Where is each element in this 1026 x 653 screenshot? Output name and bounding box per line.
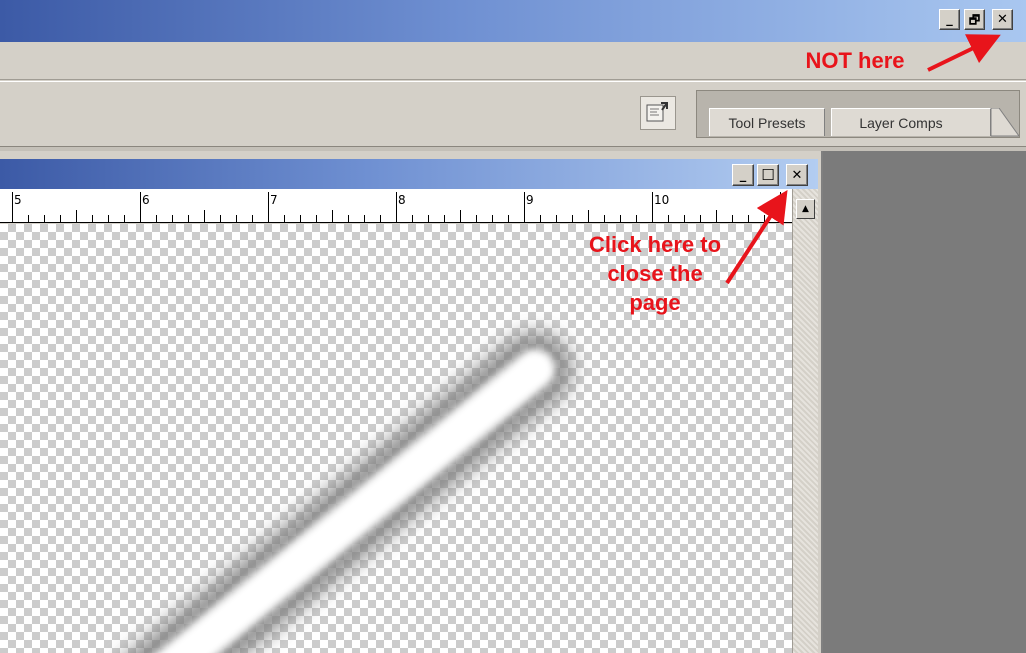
ruler-tick	[188, 215, 189, 222]
ruler-tick	[780, 192, 781, 222]
doc-close-button[interactable]: ✕	[786, 164, 808, 186]
ruler-tick	[444, 215, 445, 222]
annotation-line: page	[629, 290, 681, 315]
ruler-tick	[716, 210, 717, 222]
workspace-background	[823, 151, 1026, 653]
ruler-tick	[684, 215, 685, 222]
ruler-tick	[556, 215, 557, 222]
restore-icon: 🗗	[968, 12, 981, 27]
ruler-tick	[412, 215, 413, 222]
ruler-tick	[92, 215, 93, 222]
ruler-tick	[636, 215, 637, 222]
ruler-tick	[348, 215, 349, 222]
ruler-tick	[652, 192, 653, 222]
tab-layer-comps[interactable]: Layer Comps	[831, 108, 991, 136]
ruler-tick	[44, 215, 45, 222]
palette-well: Tool Presets Layer Comps	[696, 90, 1020, 138]
scroll-up-icon: ▲	[802, 204, 809, 214]
ruler-tick	[508, 215, 509, 222]
ruler-label: 7	[270, 193, 278, 207]
ruler-tick	[156, 215, 157, 222]
ruler-tick	[748, 215, 749, 222]
ruler-tick	[764, 215, 765, 222]
ruler-tick	[524, 192, 525, 222]
options-bar: Tool Presets Layer Comps	[0, 81, 1026, 147]
ruler-label: 9	[526, 193, 534, 207]
scroll-up-button[interactable]: ▲	[796, 199, 815, 219]
ruler-tick	[172, 215, 173, 222]
ruler-tick	[252, 215, 253, 222]
ruler-tick	[572, 215, 573, 222]
tab-label: Tool Presets	[728, 114, 806, 131]
document-title-bar: _ ☐ ✕	[0, 159, 818, 189]
ruler-tick	[332, 210, 333, 222]
tab-tool-presets[interactable]: Tool Presets	[709, 108, 825, 136]
ruler-tick	[476, 215, 477, 222]
annotation-not-here: NOT here	[805, 48, 905, 73]
ruler-tick	[732, 215, 733, 222]
ruler-label: 6	[142, 193, 150, 207]
ruler-tick	[284, 215, 285, 222]
ruler-tick	[220, 215, 221, 222]
ruler-label: 10	[654, 193, 670, 207]
ruler-tick	[268, 192, 269, 222]
ruler-tick	[540, 215, 541, 222]
ruler-tick	[620, 215, 621, 222]
app-title-bar: _ 🗗 ✕	[0, 0, 1026, 42]
vertical-scrollbar[interactable]: ▲	[792, 189, 818, 653]
ruler-tick	[396, 192, 397, 222]
palette-icon-graphic	[646, 102, 668, 122]
ruler-tick	[76, 210, 77, 222]
ruler-tick	[492, 215, 493, 222]
tab-label: Layer Comps	[859, 114, 943, 131]
ruler-tick	[460, 210, 461, 222]
tab-corner-decoration	[991, 108, 1019, 137]
ruler-tick	[28, 215, 29, 222]
ruler-tick	[300, 215, 301, 222]
minimize-icon: _	[946, 12, 953, 27]
close-icon: ✕	[997, 12, 1008, 27]
doc-minimize-button[interactable]: _	[732, 164, 754, 186]
ruler-tick	[588, 210, 589, 222]
minimize-icon: _	[739, 167, 747, 183]
doc-maximize-button[interactable]: ☐	[757, 164, 779, 186]
ruler-tick	[124, 215, 125, 222]
ruler-tick	[236, 215, 237, 222]
ruler-tick	[108, 215, 109, 222]
ruler-tick	[316, 215, 317, 222]
document-window: _ ☐ ✕ 5 6 7 8 9 10 ▲	[0, 151, 823, 653]
annotation-click-here: Click here to close the page	[560, 230, 750, 317]
app-close-button[interactable]: ✕	[992, 9, 1013, 30]
ruler-tick	[604, 215, 605, 222]
ruler-tick	[668, 215, 669, 222]
ruler-label: 8	[398, 193, 406, 207]
palette-well-icon[interactable]	[640, 96, 676, 130]
annotation-line: Click here to	[588, 232, 722, 257]
ruler-tick	[700, 215, 701, 222]
close-icon: ✕	[791, 167, 803, 183]
app-minimize-button[interactable]: _	[939, 9, 960, 30]
ruler-tick	[364, 215, 365, 222]
app-restore-button[interactable]: 🗗	[964, 9, 985, 30]
ruler-tick	[380, 215, 381, 222]
ruler-tick	[12, 192, 13, 222]
ruler-label: 5	[14, 193, 22, 207]
ruler-tick	[140, 192, 141, 222]
ruler-tick	[60, 215, 61, 222]
ruler-tick	[204, 210, 205, 222]
maximize-icon: ☐	[761, 165, 775, 184]
ruler-tick	[428, 215, 429, 222]
annotation-line: close the	[607, 261, 703, 286]
horizontal-ruler: 5 6 7 8 9 10	[0, 189, 792, 223]
